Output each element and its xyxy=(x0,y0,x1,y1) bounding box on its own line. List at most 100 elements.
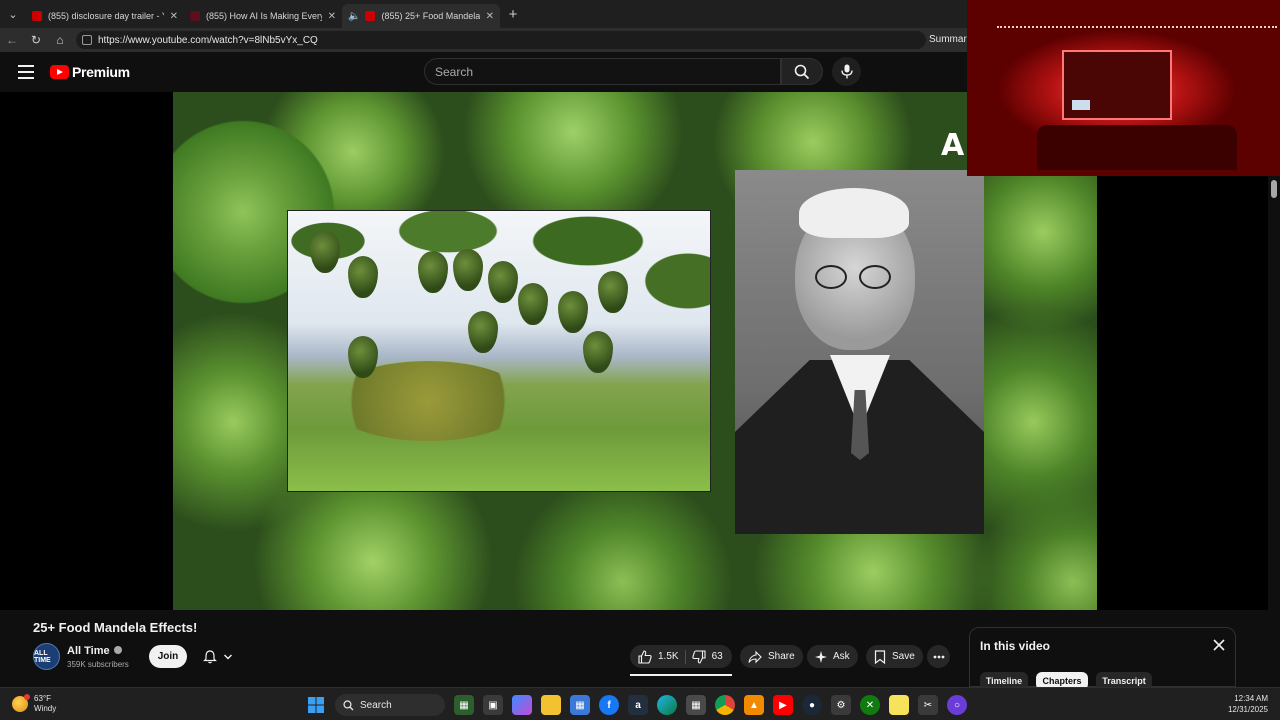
summarize-extension[interactable]: Summari xyxy=(929,34,969,45)
speaker-icon[interactable]: 🔈 xyxy=(348,11,360,22)
share-label: Share xyxy=(768,651,795,662)
windows-taskbar: 63°F Windy Search ▦ ▣ ▦ f a ▦ ▲ ▶ ● ⚙ ✕ … xyxy=(0,687,1280,720)
webcam-overlay xyxy=(967,0,1280,176)
calculator-icon[interactable]: ▦ xyxy=(686,695,706,715)
windows-start-icon[interactable] xyxy=(306,695,326,715)
page-scrollbar[interactable] xyxy=(1268,176,1280,686)
divider xyxy=(684,649,686,664)
video-actions: 1.5K 63 Share Ask Save xyxy=(630,645,960,668)
youtube-play-icon xyxy=(50,65,69,79)
dislike-count[interactable]: 63 xyxy=(712,651,723,662)
channel-name-text[interactable]: All Time xyxy=(67,645,110,657)
snipping-tool-icon[interactable]: ✂ xyxy=(918,695,938,715)
youtube-favicon-icon xyxy=(365,11,376,21)
notifications-button[interactable] xyxy=(193,645,243,668)
bell-icon xyxy=(203,649,217,663)
settings-icon[interactable]: ⚙ xyxy=(831,695,851,715)
url-text: https://www.youtube.com/watch?v=8lNb5vYx… xyxy=(98,34,318,46)
more-actions-button[interactable] xyxy=(927,645,950,668)
sticky-notes-icon[interactable] xyxy=(889,695,909,715)
tab-title: (855) How AI Is Making Everything xyxy=(206,11,322,21)
share-button[interactable]: Share xyxy=(740,645,803,668)
clock-date: 12/31/2025 xyxy=(1227,705,1268,714)
close-icon[interactable] xyxy=(1211,637,1227,653)
back-icon[interactable]: ← xyxy=(0,33,24,47)
logo-text: Premium xyxy=(72,64,130,80)
verified-badge-icon xyxy=(113,646,122,654)
steam-icon[interactable]: ● xyxy=(802,695,822,715)
cortana-icon[interactable]: ○ xyxy=(947,695,967,715)
widgets-icon[interactable]: ▦ xyxy=(454,695,474,715)
taskbar-search[interactable]: Search xyxy=(335,694,445,716)
ask-label: Ask xyxy=(833,651,850,662)
taskbar-search-label: Search xyxy=(360,699,392,711)
screen: ⌄ (855) disclosure day trailer - YouTube… xyxy=(0,0,1280,720)
avocado-tree-image xyxy=(287,210,711,492)
file-explorer-icon[interactable] xyxy=(541,695,561,715)
channel-name[interactable]: All Time xyxy=(67,645,122,657)
like-count[interactable]: 1.5K xyxy=(658,651,679,662)
xbox-icon[interactable]: ✕ xyxy=(860,695,880,715)
close-tab-icon[interactable]: ✕ xyxy=(486,11,494,22)
video-frame: AL xyxy=(173,92,1097,610)
youtube-premium-logo[interactable]: Premium xyxy=(50,64,130,80)
search-button[interactable] xyxy=(781,58,823,85)
tab-title: (855) 25+ Food Mandela Effects xyxy=(381,11,480,21)
join-button[interactable]: Join xyxy=(149,645,187,668)
like-dislike-group: 1.5K 63 xyxy=(630,645,732,668)
video-title: 25+ Food Mandela Effects! xyxy=(33,620,198,635)
tab-title: (855) disclosure day trailer - YouTube xyxy=(48,11,164,21)
save-button[interactable]: Save xyxy=(866,645,923,668)
menu-icon[interactable] xyxy=(18,65,34,79)
search-input[interactable]: Search xyxy=(424,58,781,85)
share-icon xyxy=(748,650,762,663)
home-icon[interactable]: ⌂ xyxy=(48,33,72,47)
weather-temp: 63°F xyxy=(34,694,51,703)
save-label: Save xyxy=(892,651,915,662)
sparkle-icon xyxy=(815,650,827,663)
youtube-favicon-icon xyxy=(32,11,42,21)
clock-time: 12:34 AM xyxy=(1234,694,1268,703)
edge-icon[interactable] xyxy=(657,695,677,715)
microphone-icon xyxy=(840,64,853,79)
taskbar-pinned-apps: Search ▦ ▣ ▦ f a ▦ ▲ ▶ ● ⚙ ✕ ✂ ○ xyxy=(306,693,976,717)
more-horizontal-icon xyxy=(933,655,944,658)
close-tab-icon[interactable]: ✕ xyxy=(328,11,336,22)
youtube-favicon-icon xyxy=(190,11,200,21)
in-this-video-panel: In this video Timeline Chapters Transcri… xyxy=(969,627,1236,690)
browser-tab-2[interactable]: (855) How AI Is Making Everything ✕ xyxy=(184,4,342,28)
chrome-icon[interactable] xyxy=(715,695,735,715)
vlc-icon[interactable]: ▲ xyxy=(744,695,764,715)
bookmark-icon xyxy=(874,649,886,664)
tab-search-icon[interactable]: ⌄ xyxy=(0,0,26,28)
site-info-icon[interactable] xyxy=(82,35,92,45)
close-tab-icon[interactable]: ✕ xyxy=(170,11,178,22)
ask-button[interactable]: Ask xyxy=(807,645,858,668)
chevron-down-icon xyxy=(224,654,232,659)
search-icon xyxy=(343,699,354,710)
browser-tab-1[interactable]: (855) disclosure day trailer - YouTube ✕ xyxy=(26,4,184,28)
channel-avatar[interactable]: ALL TIME xyxy=(33,643,60,670)
reload-icon[interactable]: ↻ xyxy=(24,33,48,47)
task-view-icon[interactable]: ▣ xyxy=(483,695,503,715)
thumbs-up-icon[interactable] xyxy=(638,649,652,664)
system-clock[interactable]: 12:34 AM 12/31/2025 xyxy=(1228,693,1268,715)
voice-search-button[interactable] xyxy=(832,57,861,86)
youtube-icon[interactable]: ▶ xyxy=(773,695,793,715)
search-icon xyxy=(794,64,810,79)
browser-tab-3[interactable]: 🔈 (855) 25+ Food Mandela Effects ✕ xyxy=(342,4,500,28)
ms-store-icon[interactable]: ▦ xyxy=(570,695,590,715)
like-underline xyxy=(630,674,732,676)
weather-icon xyxy=(12,694,30,712)
portrait-photo xyxy=(735,170,984,534)
panel-title: In this video xyxy=(980,639,1051,653)
weather-widget[interactable]: 63°F Windy xyxy=(12,694,56,714)
facebook-icon[interactable]: f xyxy=(599,695,619,715)
new-tab-icon[interactable]: + xyxy=(500,6,526,23)
subscriber-count: 359K subscribers xyxy=(67,660,129,669)
amazon-icon[interactable]: a xyxy=(628,695,648,715)
thumbs-down-icon[interactable] xyxy=(691,649,706,664)
weather-desc: Windy xyxy=(34,704,57,713)
copilot-icon[interactable] xyxy=(512,695,532,715)
address-bar[interactable]: https://www.youtube.com/watch?v=8lNb5vYx… xyxy=(76,31,926,49)
